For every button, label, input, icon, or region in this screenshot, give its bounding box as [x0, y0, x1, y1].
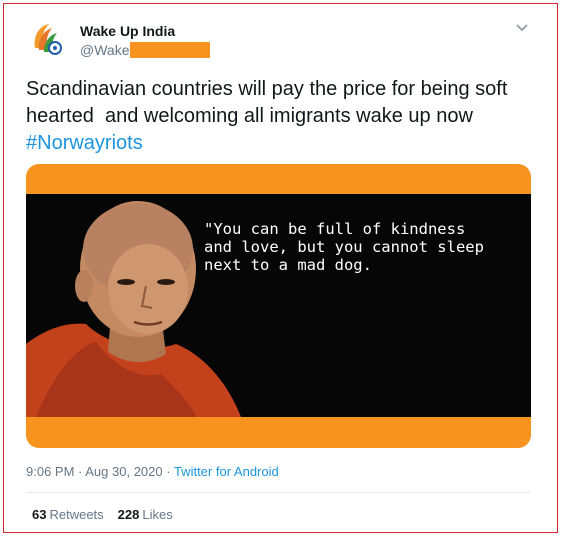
retweets-label: Retweets [49, 507, 104, 522]
user-handle[interactable]: @Wake [80, 42, 129, 58]
retweets-stat[interactable]: 63 Retweets [32, 507, 104, 522]
media-image: "You can be full of kindness and love, b… [26, 194, 531, 417]
avatar-logo-icon [34, 24, 62, 55]
tweet-card: Wake Up India @Wake Scandinavian countri… [3, 3, 558, 533]
tweet-meta: 9:06 PM · Aug 30, 2020 · Twitter for And… [26, 464, 279, 479]
likes-count: 228 [117, 507, 140, 522]
handle-row: @Wake [80, 41, 211, 59]
tweet-date[interactable]: Aug 30, 2020 [85, 464, 162, 479]
chevron-down-icon[interactable] [515, 20, 529, 34]
retweets-count: 63 [32, 507, 47, 522]
avatar[interactable] [25, 18, 69, 62]
tweet-stats: 63 Retweets 228 Likes [32, 507, 173, 522]
redaction-box [130, 42, 211, 58]
tweet-text: Scandinavian countries will pay the pric… [26, 76, 541, 157]
media-quote: "You can be full of kindness and love, b… [204, 220, 484, 274]
likes-stat[interactable]: 228 Likes [118, 507, 173, 522]
meta-separator: · [162, 464, 174, 479]
tweet-time[interactable]: 9:06 PM [26, 464, 74, 479]
likes-label: Likes [142, 507, 173, 522]
tweet-body: Scandinavian countries will pay the pric… [26, 78, 513, 127]
divider [26, 492, 531, 493]
tweet-source-link[interactable]: Twitter for Android [174, 464, 279, 479]
hashtag-link[interactable]: #Norwayriots [26, 132, 143, 154]
tweet-media[interactable]: "You can be full of kindness and love, b… [26, 164, 531, 448]
display-name[interactable]: Wake Up India [80, 23, 175, 39]
meta-separator: · [74, 464, 86, 479]
